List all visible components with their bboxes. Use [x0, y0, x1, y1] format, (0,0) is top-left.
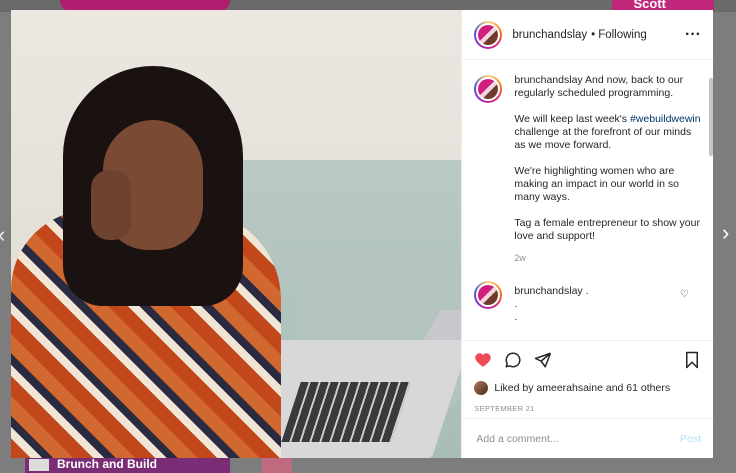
following-button[interactable]: Following [598, 29, 647, 41]
ellipsis-icon[interactable]: ··· [685, 26, 701, 44]
comments-section[interactable]: brunchandslay And now, back to our regul… [462, 60, 713, 340]
post-date[interactable]: SEPTEMBER 21 [462, 398, 713, 418]
caption-text-2a: We will keep last week's [514, 113, 630, 125]
share-icon[interactable] [534, 351, 552, 369]
header-username[interactable]: brunchandslay [512, 29, 587, 41]
comment-item: brunchandslay . . . ♡ [474, 281, 701, 324]
comment-text-line2: . [514, 298, 518, 310]
header-separator: • [591, 28, 596, 41]
avatar[interactable] [474, 20, 503, 49]
next-arrow-icon[interactable]: › [722, 220, 729, 246]
add-comment-bar: Post [462, 418, 713, 458]
caption-text-3: We're highlighting women who are making … [514, 165, 679, 203]
caption-username[interactable]: brunchandslay [514, 74, 582, 86]
comments-scrollbar[interactable] [709, 78, 713, 156]
background-bottom-label: Brunch and Build [25, 456, 230, 473]
avatar[interactable] [474, 281, 503, 309]
avatar[interactable] [474, 75, 503, 103]
comment-input[interactable] [474, 431, 680, 446]
comment-icon[interactable] [504, 351, 522, 369]
bookmark-icon[interactable] [683, 351, 701, 369]
post-modal: brunchandslay • Following ··· brunchands… [11, 10, 713, 458]
post-actions [462, 340, 713, 378]
post-side-panel: brunchandslay • Following ··· brunchands… [461, 10, 713, 458]
liker-avatar[interactable] [474, 381, 489, 395]
liker-username[interactable]: ameerahsaine [536, 382, 603, 394]
comment-like-heart-icon[interactable]: ♡ [680, 289, 689, 300]
comment-text: . [585, 285, 589, 297]
post-photo [11, 10, 462, 458]
comment-text-line3: . [514, 311, 518, 323]
caption-text-2b: challenge at the forefront of our minds … [514, 126, 692, 151]
photo-keyboard [281, 382, 411, 442]
previous-arrow-icon[interactable]: ‹ [0, 222, 5, 248]
caption-text-4: Tag a female entrepreneur to show your l… [514, 217, 700, 242]
post-button[interactable]: Post [680, 433, 701, 445]
photo-hand-phone [91, 170, 131, 240]
likes-summary: Liked by ameerahsaine and 61 others [462, 378, 713, 398]
caption: brunchandslay And now, back to our regul… [474, 74, 701, 265]
post-header: brunchandslay • Following ··· [462, 10, 713, 60]
likes-count[interactable]: and 61 others [606, 382, 670, 394]
likes-prefix: Liked by [494, 382, 534, 394]
caption-timestamp[interactable]: 2w [514, 252, 701, 265]
hashtag-link[interactable]: #webuildwewin [630, 113, 701, 125]
comment-username[interactable]: brunchandslay [514, 285, 582, 297]
heart-icon[interactable] [474, 351, 492, 369]
background-bottom-shape [262, 456, 292, 473]
